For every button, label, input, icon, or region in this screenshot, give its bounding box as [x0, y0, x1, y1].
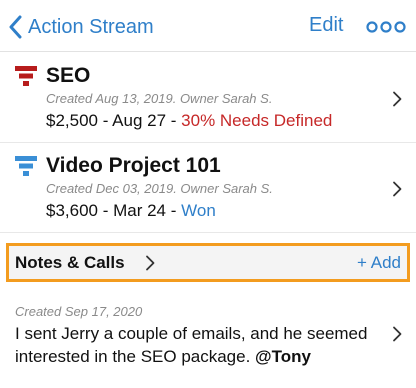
deal-amount-date: $3,600 - Mar 24 -: [46, 201, 182, 220]
add-note-button[interactable]: + Add: [357, 253, 401, 273]
more-circles-icon[interactable]: [366, 19, 406, 35]
funnel-icon: [15, 66, 37, 86]
deal-header: SEO: [15, 64, 90, 88]
deal-status: 30% Needs Defined: [181, 111, 333, 130]
deal-amount-date: $2,500 - Aug 27 -: [46, 111, 182, 130]
note-body: I sent Jerry a couple of emails, and he …: [15, 324, 368, 366]
note-mention: @Tony: [255, 347, 311, 366]
deal-title: SEO: [46, 64, 91, 87]
edit-button[interactable]: Edit: [309, 14, 343, 37]
chevron-right-icon: [392, 91, 402, 107]
deal-amount-line: $2,500 - Aug 27 - 30% Needs Defined: [46, 111, 332, 131]
deal-status: Won: [181, 201, 216, 220]
note-item[interactable]: Created Sep 17, 2020 I sent Jerry a coup…: [0, 292, 416, 380]
notes-calls-section-header: Notes & Calls + Add: [6, 243, 410, 282]
notes-calls-title[interactable]: Notes & Calls: [15, 253, 125, 273]
deal-row-seo[interactable]: SEO Created Aug 13, 2019. Owner Sarah S.…: [0, 53, 416, 143]
note-text: I sent Jerry a couple of emails, and he …: [15, 322, 375, 368]
deal-meta: Created Dec 03, 2019. Owner Sarah S.: [46, 181, 273, 196]
chevron-right-icon: [392, 181, 402, 197]
chevron-right-icon: [392, 326, 402, 342]
deal-title: Video Project 101: [46, 154, 221, 177]
deal-header: Video Project 101: [15, 154, 221, 178]
chevron-right-icon[interactable]: [145, 255, 155, 271]
back-button-label: Action Stream: [28, 15, 154, 38]
note-meta: Created Sep 17, 2020: [15, 304, 143, 319]
deal-meta: Created Aug 13, 2019. Owner Sarah S.: [46, 91, 273, 106]
navigation-bar: Action Stream Edit: [0, 0, 416, 52]
deal-row-video-project-101[interactable]: Video Project 101 Created Dec 03, 2019. …: [0, 143, 416, 233]
back-button[interactable]: Action Stream: [8, 13, 154, 41]
chevron-left-icon: [8, 15, 22, 39]
funnel-icon: [15, 156, 37, 176]
deal-amount-line: $3,600 - Mar 24 - Won: [46, 201, 216, 221]
